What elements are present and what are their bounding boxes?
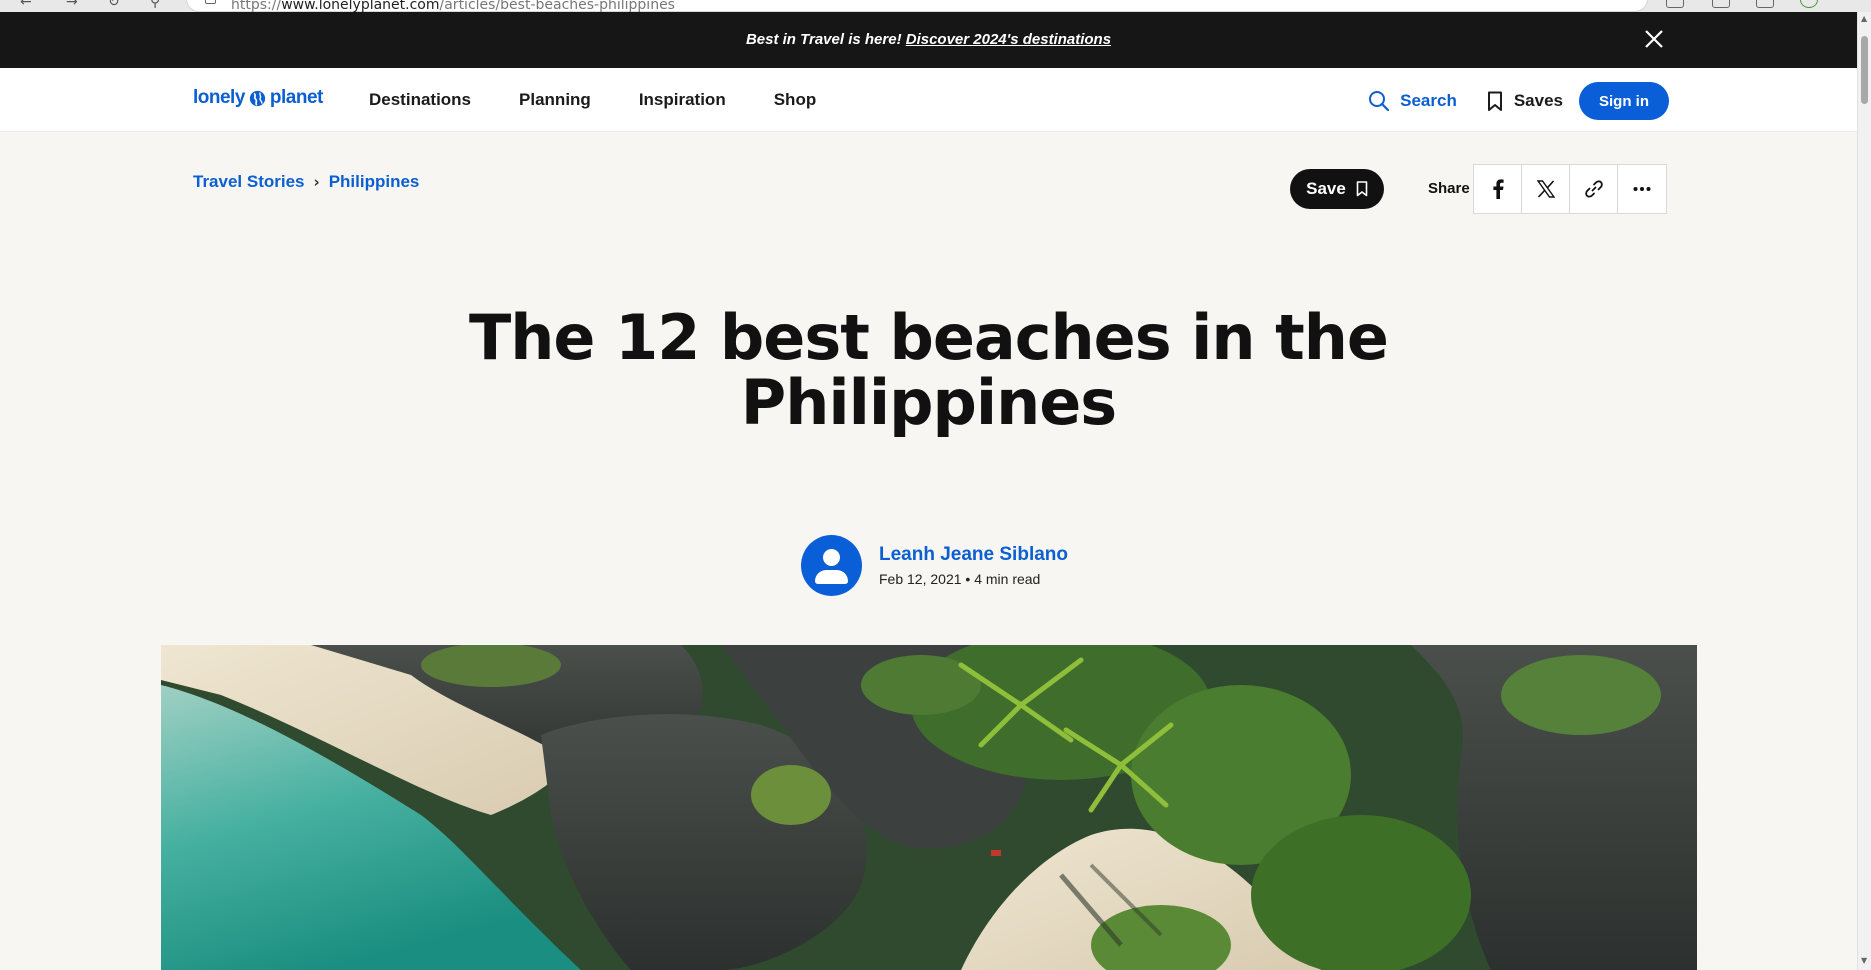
site-header: lonely planet Destinations Planning Insp… [0, 68, 1857, 132]
reload-icon[interactable]: ↻ [108, 0, 120, 10]
close-icon[interactable] [1643, 28, 1665, 50]
search-icon[interactable]: ⚲ [150, 0, 160, 10]
scrollbar-thumb[interactable] [1861, 36, 1868, 104]
breadcrumb-travel-stories[interactable]: Travel Stories [193, 172, 305, 192]
globe-icon [249, 90, 266, 106]
save-article-button[interactable]: Save [1290, 169, 1384, 209]
save-label: Save [1306, 179, 1346, 198]
sign-in-button[interactable]: Sign in [1579, 82, 1669, 120]
article-title-line-1: The 12 best beaches in the [469, 301, 1389, 374]
extension-icon[interactable] [1666, 0, 1684, 8]
back-icon[interactable]: ← [20, 0, 32, 10]
breadcrumb: Travel Stories › Philippines [193, 172, 419, 192]
nav-destinations[interactable]: Destinations [369, 90, 471, 110]
bookmark-icon [1487, 91, 1502, 111]
copy-link-button[interactable] [1570, 165, 1618, 213]
share-x-button[interactable] [1522, 165, 1570, 213]
nav-shop[interactable]: Shop [774, 90, 817, 110]
facebook-icon [1492, 179, 1504, 199]
more-share-options-button[interactable] [1618, 165, 1666, 213]
scroll-up-icon[interactable]: ▲ [1861, 14, 1867, 23]
hero-beach-illustration [161, 645, 1697, 970]
page-scrollbar[interactable]: ▲ ▼ [1857, 12, 1871, 970]
x-icon [1536, 180, 1555, 198]
article-title: The 12 best beaches in the Philippines [0, 305, 1857, 435]
browser-toolbar: ← → ↻ ⚲ https://www.lonelyplanet.com/art… [0, 0, 1871, 12]
search-label: Search [1400, 91, 1457, 110]
promo-text: Best in Travel is here! Discover 2024's … [0, 31, 1857, 48]
more-icon [1633, 187, 1651, 191]
author-byline: Leanh Jeane Siblano Feb 12, 2021 • 4 min… [801, 535, 1068, 596]
search-button[interactable]: Search [1368, 90, 1457, 112]
promo-lead: Best in Travel is here! [745, 31, 902, 48]
promo-link[interactable]: Discover 2024's destinations [906, 31, 1111, 48]
avatar[interactable] [801, 535, 862, 596]
author-name-link[interactable]: Leanh Jeane Siblano [879, 544, 1068, 566]
avatar-head [823, 549, 840, 566]
chevron-right-icon: › [313, 173, 320, 191]
url-text: https://www.lonelyplanet.com/articles/be… [231, 0, 675, 12]
saves-label: Saves [1513, 91, 1563, 110]
nav-inspiration[interactable]: Inspiration [639, 90, 726, 110]
bookmark-icon [1356, 181, 1368, 197]
address-bar[interactable]: https://www.lonelyplanet.com/articles/be… [186, 0, 1648, 12]
saves-button[interactable]: Saves [1487, 91, 1563, 112]
share-buttons [1473, 164, 1667, 214]
scroll-down-icon[interactable]: ▼ [1861, 956, 1867, 965]
logo-text-left: lonely [193, 87, 245, 108]
forward-icon[interactable]: → [66, 0, 78, 10]
share-label: Share [1428, 180, 1470, 197]
author-info: Leanh Jeane Siblano Feb 12, 2021 • 4 min… [879, 544, 1068, 587]
search-icon [1369, 91, 1390, 112]
header-actions: Search Saves Sign in [1368, 82, 1669, 120]
main-nav: Destinations Planning Inspiration Shop [369, 90, 864, 110]
lonely-planet-logo[interactable]: lonely planet [193, 87, 323, 109]
article-meta: Feb 12, 2021 • 4 min read [879, 571, 1041, 587]
hero-image [161, 645, 1697, 970]
avatar-body [815, 570, 848, 584]
logo-text-right: planet [269, 87, 323, 108]
nav-planning[interactable]: Planning [519, 90, 591, 110]
article-title-line-2: Philippines [740, 366, 1117, 439]
breadcrumb-philippines[interactable]: Philippines [329, 172, 420, 192]
link-icon [1584, 180, 1603, 198]
collections-icon[interactable] [1756, 0, 1774, 8]
lock-icon [205, 0, 216, 4]
promo-banner: Best in Travel is here! Discover 2024's … [0, 12, 1857, 68]
profile-icon[interactable] [1800, 0, 1818, 8]
favorites-icon[interactable] [1712, 0, 1730, 8]
share-facebook-button[interactable] [1474, 165, 1522, 213]
